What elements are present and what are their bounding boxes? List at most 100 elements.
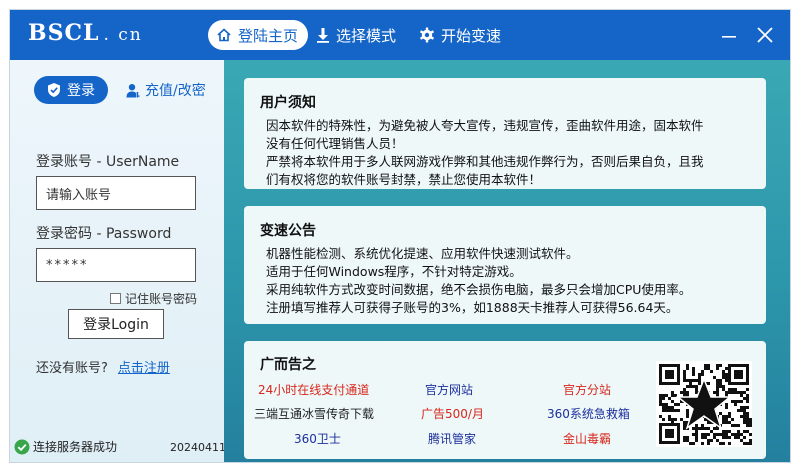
- qr-module: [713, 433, 716, 436]
- qr-module: [659, 403, 662, 406]
- remember-checkbox[interactable]: [110, 293, 121, 304]
- qr-module: [683, 379, 686, 382]
- password-input[interactable]: *****: [36, 248, 196, 282]
- qr-module: [716, 391, 719, 394]
- qr-module: [725, 436, 728, 439]
- close-button[interactable]: [752, 22, 778, 48]
- ad-link[interactable]: 腾讯管家: [428, 430, 476, 447]
- qr-module: [686, 415, 689, 418]
- qr-module: [671, 391, 674, 394]
- ad-link[interactable]: 官方网站: [425, 381, 473, 398]
- qr-module: [749, 442, 752, 445]
- qr-module: [683, 370, 686, 373]
- qr-module: [689, 442, 692, 445]
- qr-module: [719, 433, 722, 436]
- qr-module: [686, 364, 689, 367]
- qr-module: [743, 391, 746, 394]
- qr-module: [716, 367, 719, 370]
- qr-module: [719, 379, 722, 382]
- tab-start-speed[interactable]: 开始变速: [419, 20, 501, 50]
- qr-module: [683, 391, 686, 394]
- qr-module: [674, 403, 677, 406]
- ad-link[interactable]: 金山毒霸: [563, 430, 611, 447]
- tab-recharge[interactable]: 充值/改密: [126, 80, 206, 100]
- ad-link[interactable]: 360卫士: [294, 430, 341, 447]
- qr-module: [728, 442, 731, 445]
- qr-module: [695, 388, 698, 391]
- ad-link[interactable]: 广告500/月: [421, 405, 484, 422]
- register-link[interactable]: 点击注册: [118, 361, 170, 376]
- announcement-line: 采用纯软件方式改变时间数据，绝不会损伤电脑，最多只会增加CPU使用率。: [266, 282, 692, 297]
- qr-module: [722, 436, 725, 439]
- notice-line: 严禁将本软件用于多人联网游戏作弊和其他违规作弊行为，否则后果自负，且我: [266, 154, 704, 169]
- qr-module: [722, 373, 725, 376]
- home-icon: [217, 28, 231, 42]
- qr-module: [695, 436, 698, 439]
- qr-module: [695, 379, 698, 382]
- no-account-row: 还没有账号? 点击注册: [36, 357, 170, 376]
- qr-module: [701, 370, 704, 373]
- qr-module: [662, 397, 665, 400]
- qr-module: [680, 391, 683, 394]
- qr-module: [683, 427, 686, 430]
- qr-module: [701, 433, 704, 436]
- tab-select-mode[interactable]: 选择模式: [316, 20, 396, 50]
- qr-module: [707, 382, 710, 385]
- qr-module: [692, 379, 695, 382]
- qr-module: [749, 421, 752, 424]
- qr-module: [692, 370, 695, 373]
- qr-module: [731, 391, 734, 394]
- announcement-card: 变速公告 机器性能检测、系统优化提速、应用软件快速测试软件。 适用于任何Wind…: [244, 206, 766, 324]
- ad-link[interactable]: 三端互通冰雪传奇下载: [254, 405, 374, 422]
- qr-module: [731, 418, 734, 421]
- notice-title: 用户须知: [260, 95, 316, 111]
- qr-module: [737, 391, 740, 394]
- qr-module: [749, 418, 752, 421]
- remember-me[interactable]: 记住账号密码: [110, 290, 197, 307]
- qr-module: [725, 391, 728, 394]
- qr-module: [698, 382, 701, 385]
- login-button[interactable]: 登录Login: [68, 309, 164, 339]
- qr-module: [722, 418, 725, 421]
- tab-home[interactable]: 登陆主页: [208, 20, 309, 50]
- qr-module: [725, 415, 728, 418]
- qr-module: [746, 406, 749, 409]
- qr-module: [692, 367, 695, 370]
- qr-code-icon[interactable]: [656, 361, 752, 447]
- tab-login-label: 登录: [67, 83, 95, 99]
- brand-suffix: . cn: [103, 25, 143, 45]
- qr-module: [728, 415, 731, 418]
- qr-module: [746, 415, 749, 418]
- brand-logo: BSCL. cn: [28, 20, 143, 46]
- qr-module: [707, 442, 710, 445]
- tab-login[interactable]: 登录: [34, 76, 108, 104]
- ad-link[interactable]: 官方分站: [563, 381, 611, 398]
- qr-module: [722, 430, 725, 433]
- qr-module: [728, 388, 731, 391]
- qr-module: [659, 397, 662, 400]
- qr-module: [725, 403, 728, 406]
- qr-module: [701, 427, 704, 430]
- qr-module: [743, 418, 746, 421]
- ad-link[interactable]: 360系统急救箱: [547, 405, 630, 422]
- tab-home-label: 登陆主页: [238, 26, 299, 45]
- qr-module: [695, 427, 698, 430]
- qr-module: [722, 433, 725, 436]
- qr-module: [686, 385, 689, 388]
- qr-module: [695, 430, 698, 433]
- qr-module: [704, 364, 707, 367]
- username-input[interactable]: 请输入账号: [36, 176, 196, 210]
- qr-module: [719, 385, 722, 388]
- shield-check-icon: [48, 83, 60, 97]
- minimize-button[interactable]: [716, 22, 742, 48]
- qr-module: [692, 427, 695, 430]
- qr-module: [704, 433, 707, 436]
- qr-module: [704, 427, 707, 430]
- qr-module: [716, 364, 719, 367]
- qr-module: [698, 376, 701, 379]
- qr-module: [674, 409, 677, 412]
- ad-link[interactable]: 24小时在线支付通道: [258, 381, 369, 398]
- qr-module: [686, 439, 689, 442]
- qr-module: [689, 379, 692, 382]
- qr-module: [662, 418, 665, 421]
